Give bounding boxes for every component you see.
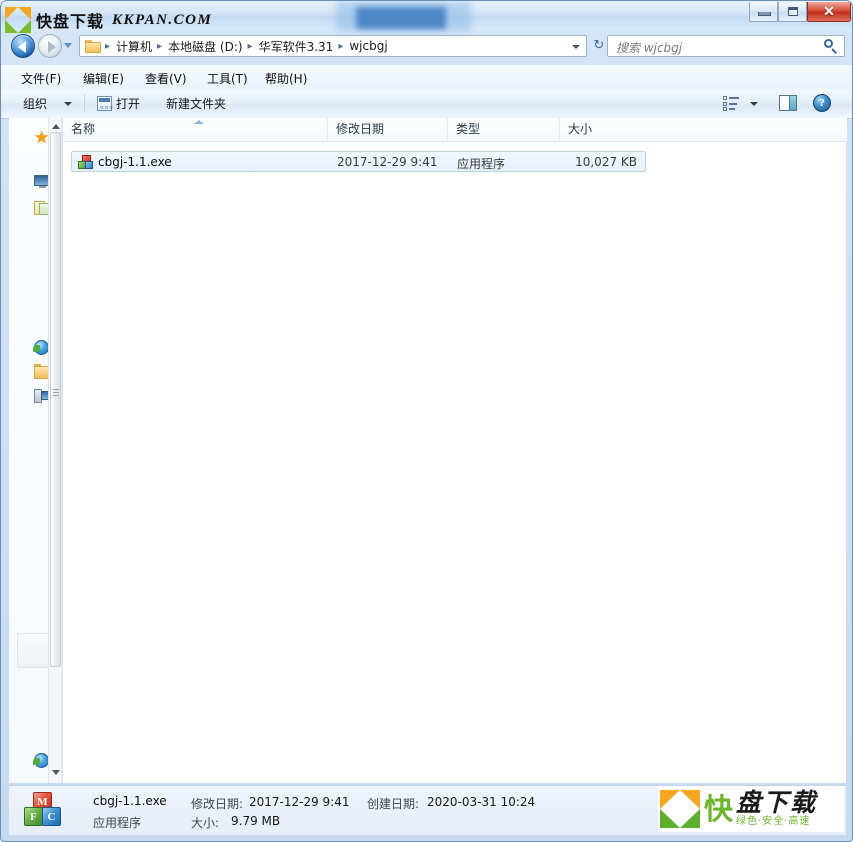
help-icon[interactable]: ? [813, 94, 831, 112]
column-header-row: 名称 修改日期 类型 大小 [63, 118, 847, 142]
cube-c: C [42, 807, 61, 826]
history-dropdown-icon[interactable] [64, 43, 72, 48]
menu-item-view[interactable]: 查看(V) [141, 68, 191, 89]
refresh-button[interactable]: ↻ [591, 38, 607, 54]
status-created-label: 创建日期: [367, 797, 420, 811]
forward-arrow-icon [48, 41, 56, 53]
watermark-top-en: KKPAN.COM [112, 11, 213, 28]
back-arrow-icon [18, 41, 26, 53]
view-options-icon[interactable] [723, 96, 739, 111]
status-created-date: 2020-03-31 10:24 [427, 795, 536, 809]
file-name: cbgj-1.1.exe [98, 155, 172, 169]
minimize-button[interactable] [749, 2, 778, 22]
organize-button[interactable]: 组织 [23, 95, 47, 112]
watermark-top-cn: 快盘下载 [36, 12, 105, 31]
watermark-bottom-main: 盘下载 [736, 788, 818, 817]
breadcrumb-item-drive-d[interactable]: 本地磁盘 (D:) [165, 38, 245, 55]
file-modified: 2017-12-29 9:41 [337, 155, 438, 169]
address-bar[interactable]: ▸ 计算机 ▸ 本地磁盘 (D:) ▸ 华军软件3.31 ▸ wjcbgj [79, 35, 587, 57]
status-size-label: 大小: [191, 816, 220, 830]
breadcrumb-item-wjcbgj[interactable]: wjcbgj [346, 39, 390, 53]
status-file-name: cbgj-1.1.exe [93, 794, 167, 808]
open-button[interactable]: 打开 [116, 95, 140, 112]
watermark-bottom-kuai: 快 [704, 792, 734, 826]
menu-item-file[interactable]: 文件(F) [17, 68, 65, 89]
kkpan-logo-mark-icon [5, 7, 31, 33]
breadcrumb-item-computer[interactable]: 计算机 [113, 38, 155, 55]
network-globe-icon[interactable] [33, 340, 49, 355]
breadcrumb-separator: ▸ [247, 40, 253, 52]
minimize-icon [758, 12, 771, 16]
menu-item-tools[interactable]: 工具(T) [203, 68, 252, 89]
column-header-modified[interactable]: 修改日期 [328, 118, 448, 141]
mfc-cubes-icon: M F C [23, 792, 63, 830]
file-list-pane[interactable]: 名称 修改日期 类型 大小 cbgj-1.1.exe 2017-12-29 9:… [62, 118, 847, 783]
address-row: ▸ 计算机 ▸ 本地磁盘 (D:) ▸ 华军软件3.31 ▸ wjcbgj ↻ … [1, 30, 852, 63]
breadcrumb-separator: ▸ [105, 40, 111, 52]
toolbar-divider [84, 94, 85, 112]
preview-pane-icon[interactable] [779, 95, 797, 111]
chevron-down-icon[interactable] [64, 102, 72, 106]
status-file-type: 应用程序 [93, 816, 142, 830]
title-bar-obscured-badge [356, 7, 446, 29]
search-icon [824, 39, 839, 54]
explorer-window: ✕ 快盘下载 KKPAN.COM ▸ 计算机 ▸ 本地磁盘 (D:) ▸ 华军软… [0, 0, 853, 842]
scrollbar-thumb[interactable] [50, 132, 61, 667]
scroll-down-arrow-icon[interactable] [52, 770, 60, 775]
exe-file-icon [78, 155, 94, 170]
breadcrumb-item-huajun[interactable]: 华军软件3.31 [256, 38, 337, 55]
help-glyph: ? [819, 97, 825, 109]
close-button[interactable]: ✕ [807, 2, 851, 22]
search-input[interactable]: 搜索 wjcbgj [607, 35, 845, 57]
search-placeholder: 搜索 wjcbgj [616, 41, 683, 55]
menu-bar: 文件(F) 编辑(E) 查看(V) 工具(T) 帮助(H) [1, 65, 852, 89]
column-header-size[interactable]: 大小 [560, 118, 660, 141]
network-globe-icon-2[interactable] [33, 753, 49, 768]
forward-button[interactable] [38, 34, 62, 58]
command-toolbar: 组织 ▫▫▫ 打开 新建文件夹 ? [1, 89, 852, 119]
watermark-bottom: 快 盘下载 绿色·安全·高速 [658, 786, 844, 832]
file-size: 10,027 KB [575, 155, 637, 169]
chevron-down-icon-views[interactable] [750, 102, 758, 106]
folder-icon [85, 39, 101, 53]
nav-pane-scrollbar[interactable] [48, 118, 61, 783]
maximize-icon [788, 7, 798, 16]
column-header-type[interactable]: 类型 [448, 118, 560, 141]
menu-item-edit[interactable]: 编辑(E) [79, 68, 128, 89]
status-file-size: 9.79 MB [231, 814, 281, 828]
content-area: ★ 名称 修改日期 类型 大小 cbgj-1.1.exe 2017-12-29 … [1, 118, 852, 783]
scroll-up-arrow-icon[interactable] [52, 124, 60, 129]
open-icon: ▫▫▫ [97, 96, 113, 111]
breadcrumb-separator: ▸ [157, 40, 163, 52]
close-icon: ✕ [823, 3, 835, 19]
menu-item-help[interactable]: 帮助(H) [261, 68, 311, 89]
sort-ascending-icon [194, 120, 204, 124]
watermark-top: 快盘下载 KKPAN.COM [5, 6, 212, 34]
status-modified-date: 2017-12-29 9:41 [249, 795, 350, 809]
maximize-button[interactable] [778, 2, 807, 22]
watermark-bottom-tagline: 绿色·安全·高速 [736, 816, 811, 827]
new-folder-button[interactable]: 新建文件夹 [166, 95, 226, 112]
breadcrumb-separator: ▸ [338, 40, 344, 52]
cube-f: F [24, 807, 43, 826]
status-modified-label: 修改日期: [191, 797, 244, 811]
file-type: 应用程序 [457, 157, 506, 171]
address-dropdown-icon[interactable] [572, 45, 580, 49]
kkpan-logo-mark-icon-bottom [660, 790, 700, 828]
table-row[interactable]: cbgj-1.1.exe 2017-12-29 9:41 应用程序 10,027… [71, 151, 646, 172]
back-button[interactable] [11, 34, 35, 58]
scrollbar-grip-icon [53, 389, 59, 396]
